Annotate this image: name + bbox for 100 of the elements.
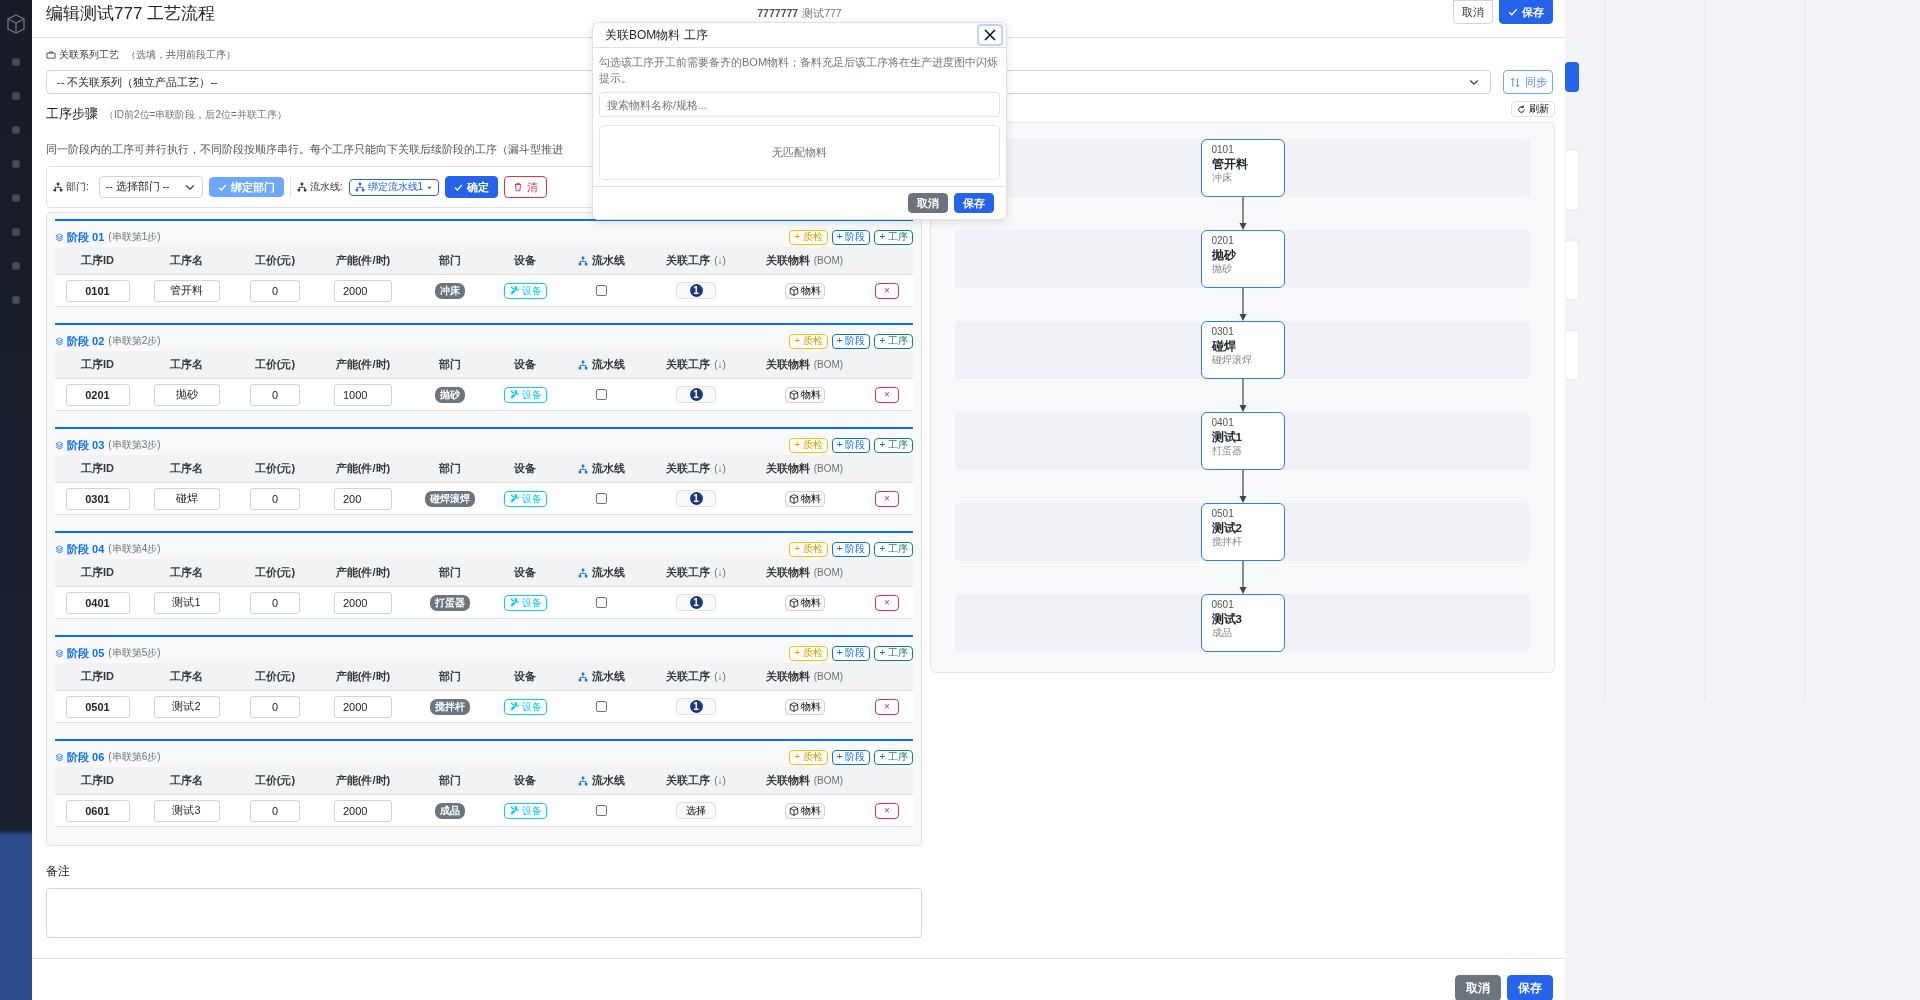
column-header: 产能(件/时) <box>335 461 391 476</box>
department-select[interactable]: -- 选择部门 -- <box>98 176 203 198</box>
refresh-button[interactable]: 刷新 <box>1511 101 1555 117</box>
material-button[interactable]: 物料 <box>784 594 825 611</box>
column-note: (BOM) <box>813 671 844 682</box>
linked-steps-button[interactable]: 1 <box>676 282 716 299</box>
column-note: (BOM) <box>813 359 844 370</box>
process-node[interactable]: 0301 碰焊 碰焊滚焊 <box>1200 321 1285 379</box>
clear-button[interactable]: 清 <box>504 176 548 198</box>
material-button[interactable]: 物料 <box>784 698 825 715</box>
material-button[interactable]: 物料 <box>784 802 825 819</box>
add-stage-button[interactable]: + 阶段 <box>831 645 871 661</box>
cancel-button[interactable]: 取消 <box>908 193 948 213</box>
save-button[interactable]: 保存 <box>1499 0 1553 24</box>
product-name: 测试777 <box>802 7 842 19</box>
confirm-button[interactable]: 确定 <box>445 176 499 198</box>
tools-icon <box>508 389 520 400</box>
price-field[interactable]: 0 <box>250 695 300 718</box>
add-step-button[interactable]: + 工序 <box>874 749 913 765</box>
add-stage-button[interactable]: + 阶段 <box>831 229 871 245</box>
node-department: 搅拌杆 <box>1211 536 1243 548</box>
price-field[interactable]: 0 <box>250 279 300 302</box>
checkbox[interactable] <box>596 285 607 296</box>
checkbox[interactable] <box>596 805 607 816</box>
save-button[interactable]: 保存 <box>954 193 994 213</box>
id-field[interactable]: 0601 <box>65 799 130 822</box>
remove-button[interactable]: × <box>875 802 899 819</box>
cancel-button[interactable]: 取消 <box>1455 975 1501 1000</box>
checkbox[interactable] <box>596 389 607 400</box>
name-field[interactable]: 测试1 <box>153 591 220 614</box>
process-node[interactable]: 0601 测试3 成品 <box>1200 594 1285 652</box>
id-field[interactable]: 0501 <box>65 695 130 718</box>
name-field[interactable]: 碰焊 <box>153 487 220 510</box>
name-field[interactable]: 测试3 <box>153 799 220 822</box>
add-stage-button[interactable]: + 阶段 <box>831 333 871 349</box>
id-field[interactable]: 0101 <box>65 279 130 302</box>
capacity-field[interactable]: 2000 <box>334 799 392 822</box>
add-step-button[interactable]: + 工序 <box>874 333 913 349</box>
search-field[interactable]: 搜索物料名称/规格... <box>599 92 1000 117</box>
material-button[interactable]: 物料 <box>784 386 825 403</box>
department-badge: 碰焊滚焊 <box>425 490 475 507</box>
id-field[interactable]: 0401 <box>65 591 130 614</box>
name-field[interactable]: 测试2 <box>153 695 220 718</box>
name-field[interactable]: 抛砂 <box>153 383 220 406</box>
column-header: 工序名 <box>170 253 203 268</box>
material-button[interactable]: 物料 <box>784 282 825 299</box>
capacity-field[interactable]: 200 <box>334 487 392 510</box>
remove-button[interactable]: × <box>875 594 899 611</box>
linked-steps-button[interactable]: 1 <box>676 698 716 715</box>
add-step-button[interactable]: + 工序 <box>874 645 913 661</box>
linked-steps-button[interactable]: 1 <box>676 490 716 507</box>
remove-button[interactable]: × <box>875 282 899 299</box>
empty-result: 无匹配物料 <box>599 125 1000 180</box>
tools-icon <box>508 285 520 296</box>
material-button[interactable]: 物料 <box>784 490 825 507</box>
check-icon <box>217 182 227 192</box>
capacity-field[interactable]: 2000 <box>334 591 392 614</box>
layers-icon <box>55 336 64 346</box>
price-field[interactable]: 0 <box>250 799 300 822</box>
cancel-button[interactable]: 取消 <box>1453 0 1493 24</box>
checkbox[interactable] <box>596 597 607 608</box>
checkbox[interactable] <box>596 493 607 504</box>
process-node[interactable]: 0101 管开料 冲床 <box>1200 139 1285 197</box>
process-node[interactable]: 0501 测试2 搅拌杆 <box>1200 503 1285 561</box>
checkbox[interactable] <box>596 701 607 712</box>
id-field[interactable]: 0301 <box>65 487 130 510</box>
column-note: (BOM) <box>813 255 844 266</box>
remarks-field[interactable] <box>46 888 922 938</box>
add-step-button[interactable]: + 工序 <box>874 437 913 453</box>
linked-steps-button[interactable]: 1 <box>676 386 716 403</box>
price-field[interactable]: 0 <box>250 487 300 510</box>
add-stage-button[interactable]: + 阶段 <box>831 437 871 453</box>
capacity-field[interactable]: 2000 <box>334 279 392 302</box>
node-name: 碰焊 <box>1211 339 1237 353</box>
price-field[interactable]: 0 <box>250 591 300 614</box>
add-step-button[interactable]: + 工序 <box>874 229 913 245</box>
id-field[interactable]: 0201 <box>65 383 130 406</box>
save-button[interactable]: 保存 <box>1507 975 1553 1000</box>
remove-button[interactable]: × <box>875 698 899 715</box>
add-stage-button[interactable]: + 阶段 <box>831 749 871 765</box>
linked-steps-button[interactable]: 1 <box>676 594 716 611</box>
capacity-field[interactable]: 1000 <box>334 383 392 406</box>
column-header: 工序ID <box>81 669 114 684</box>
name-field[interactable]: 管开料 <box>153 279 220 302</box>
add-step-button[interactable]: + 工序 <box>874 541 913 557</box>
column-header: 设备 <box>514 773 536 788</box>
add-stage-button[interactable]: + 阶段 <box>831 541 871 557</box>
close-button[interactable] <box>977 24 1003 46</box>
count-badge: 1 <box>689 284 703 297</box>
price-field[interactable]: 0 <box>250 383 300 406</box>
process-node[interactable]: 0401 测试1 打蛋器 <box>1200 412 1285 470</box>
remove-button[interactable]: × <box>875 386 899 403</box>
stage-note: (串联第2步) <box>108 334 161 348</box>
process-node[interactable]: 0201 抛砂 抛砂 <box>1200 230 1285 288</box>
select-button[interactable]: 选择 <box>676 802 716 819</box>
series-hint: （选填，共用前段工序） <box>126 48 236 62</box>
remove-button[interactable]: × <box>875 490 899 507</box>
line-select-button[interactable]: 绑定流水线1 <box>348 178 440 196</box>
capacity-field[interactable]: 2000 <box>334 695 392 718</box>
column-header: 工序ID <box>81 357 114 372</box>
